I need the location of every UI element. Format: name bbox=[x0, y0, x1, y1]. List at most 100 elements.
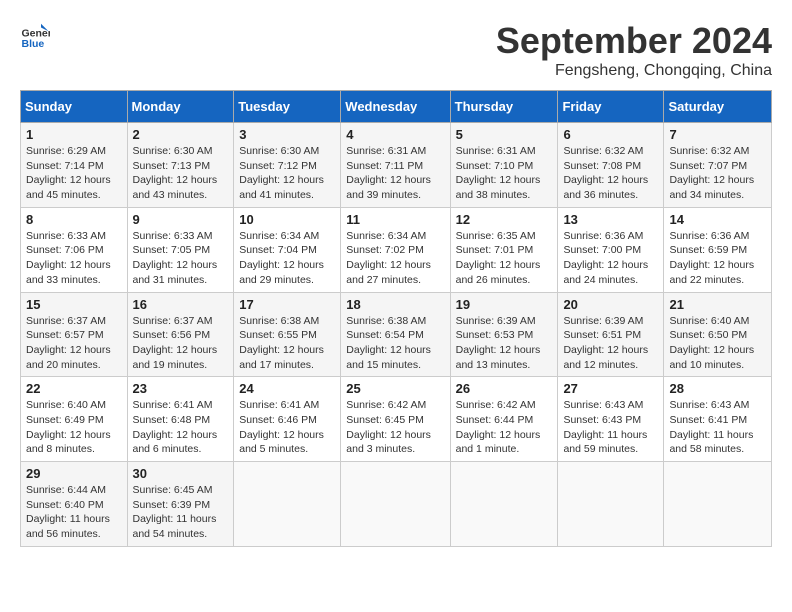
calendar-cell: 17 Sunrise: 6:38 AM Sunset: 6:55 PM Dayl… bbox=[234, 292, 341, 377]
calendar-cell: 12 Sunrise: 6:35 AM Sunset: 7:01 PM Dayl… bbox=[450, 207, 558, 292]
calendar-cell: 26 Sunrise: 6:42 AM Sunset: 6:44 PM Dayl… bbox=[450, 377, 558, 462]
day-content: Sunrise: 6:39 AM Sunset: 6:51 PM Dayligh… bbox=[563, 314, 658, 373]
day-number: 20 bbox=[563, 297, 658, 312]
calendar-cell: 3 Sunrise: 6:30 AM Sunset: 7:12 PM Dayli… bbox=[234, 123, 341, 208]
logo: General Blue bbox=[20, 20, 50, 50]
day-number: 13 bbox=[563, 212, 658, 227]
calendar-cell: 28 Sunrise: 6:43 AM Sunset: 6:41 PM Dayl… bbox=[664, 377, 772, 462]
day-number: 21 bbox=[669, 297, 766, 312]
day-number: 14 bbox=[669, 212, 766, 227]
svg-text:Blue: Blue bbox=[22, 38, 45, 50]
day-content: Sunrise: 6:38 AM Sunset: 6:54 PM Dayligh… bbox=[346, 314, 444, 373]
day-content: Sunrise: 6:32 AM Sunset: 7:08 PM Dayligh… bbox=[563, 144, 658, 203]
calendar-week-3: 15 Sunrise: 6:37 AM Sunset: 6:57 PM Dayl… bbox=[21, 292, 772, 377]
calendar-cell: 6 Sunrise: 6:32 AM Sunset: 7:08 PM Dayli… bbox=[558, 123, 664, 208]
weekday-header-tuesday: Tuesday bbox=[234, 91, 341, 123]
day-content: Sunrise: 6:36 AM Sunset: 7:00 PM Dayligh… bbox=[563, 229, 658, 288]
calendar-cell: 22 Sunrise: 6:40 AM Sunset: 6:49 PM Dayl… bbox=[21, 377, 128, 462]
day-number: 3 bbox=[239, 127, 335, 142]
calendar-cell bbox=[341, 462, 450, 547]
day-content: Sunrise: 6:40 AM Sunset: 6:50 PM Dayligh… bbox=[669, 314, 766, 373]
day-number: 11 bbox=[346, 212, 444, 227]
calendar-cell: 27 Sunrise: 6:43 AM Sunset: 6:43 PM Dayl… bbox=[558, 377, 664, 462]
day-number: 6 bbox=[563, 127, 658, 142]
day-number: 26 bbox=[456, 381, 553, 396]
day-number: 10 bbox=[239, 212, 335, 227]
day-number: 17 bbox=[239, 297, 335, 312]
header: General Blue September 2024 Fengsheng, C… bbox=[20, 20, 772, 80]
day-content: Sunrise: 6:37 AM Sunset: 6:57 PM Dayligh… bbox=[26, 314, 122, 373]
calendar-cell: 8 Sunrise: 6:33 AM Sunset: 7:06 PM Dayli… bbox=[21, 207, 128, 292]
day-content: Sunrise: 6:43 AM Sunset: 6:41 PM Dayligh… bbox=[669, 398, 766, 457]
day-number: 16 bbox=[133, 297, 229, 312]
logo-icon: General Blue bbox=[20, 20, 50, 50]
day-content: Sunrise: 6:41 AM Sunset: 6:48 PM Dayligh… bbox=[133, 398, 229, 457]
day-number: 23 bbox=[133, 381, 229, 396]
day-number: 30 bbox=[133, 466, 229, 481]
calendar-cell: 30 Sunrise: 6:45 AM Sunset: 6:39 PM Dayl… bbox=[127, 462, 234, 547]
weekday-header-wednesday: Wednesday bbox=[341, 91, 450, 123]
day-content: Sunrise: 6:44 AM Sunset: 6:40 PM Dayligh… bbox=[26, 483, 122, 542]
weekday-header-saturday: Saturday bbox=[664, 91, 772, 123]
location-title: Fengsheng, Chongqing, China bbox=[496, 62, 772, 80]
day-content: Sunrise: 6:30 AM Sunset: 7:12 PM Dayligh… bbox=[239, 144, 335, 203]
calendar-cell: 15 Sunrise: 6:37 AM Sunset: 6:57 PM Dayl… bbox=[21, 292, 128, 377]
day-content: Sunrise: 6:30 AM Sunset: 7:13 PM Dayligh… bbox=[133, 144, 229, 203]
day-number: 27 bbox=[563, 381, 658, 396]
calendar-cell: 23 Sunrise: 6:41 AM Sunset: 6:48 PM Dayl… bbox=[127, 377, 234, 462]
calendar-cell: 5 Sunrise: 6:31 AM Sunset: 7:10 PM Dayli… bbox=[450, 123, 558, 208]
day-number: 4 bbox=[346, 127, 444, 142]
calendar-cell bbox=[450, 462, 558, 547]
calendar-cell: 11 Sunrise: 6:34 AM Sunset: 7:02 PM Dayl… bbox=[341, 207, 450, 292]
calendar-week-4: 22 Sunrise: 6:40 AM Sunset: 6:49 PM Dayl… bbox=[21, 377, 772, 462]
day-content: Sunrise: 6:42 AM Sunset: 6:45 PM Dayligh… bbox=[346, 398, 444, 457]
day-content: Sunrise: 6:42 AM Sunset: 6:44 PM Dayligh… bbox=[456, 398, 553, 457]
day-number: 22 bbox=[26, 381, 122, 396]
weekday-header-monday: Monday bbox=[127, 91, 234, 123]
day-content: Sunrise: 6:32 AM Sunset: 7:07 PM Dayligh… bbox=[669, 144, 766, 203]
calendar-week-2: 8 Sunrise: 6:33 AM Sunset: 7:06 PM Dayli… bbox=[21, 207, 772, 292]
day-number: 5 bbox=[456, 127, 553, 142]
day-number: 24 bbox=[239, 381, 335, 396]
day-content: Sunrise: 6:31 AM Sunset: 7:10 PM Dayligh… bbox=[456, 144, 553, 203]
day-number: 28 bbox=[669, 381, 766, 396]
title-area: September 2024 Fengsheng, Chongqing, Chi… bbox=[496, 20, 772, 80]
day-content: Sunrise: 6:41 AM Sunset: 6:46 PM Dayligh… bbox=[239, 398, 335, 457]
day-number: 29 bbox=[26, 466, 122, 481]
calendar-cell: 18 Sunrise: 6:38 AM Sunset: 6:54 PM Dayl… bbox=[341, 292, 450, 377]
day-content: Sunrise: 6:40 AM Sunset: 6:49 PM Dayligh… bbox=[26, 398, 122, 457]
calendar-cell: 4 Sunrise: 6:31 AM Sunset: 7:11 PM Dayli… bbox=[341, 123, 450, 208]
weekday-header-friday: Friday bbox=[558, 91, 664, 123]
day-content: Sunrise: 6:33 AM Sunset: 7:06 PM Dayligh… bbox=[26, 229, 122, 288]
calendar-cell: 14 Sunrise: 6:36 AM Sunset: 6:59 PM Dayl… bbox=[664, 207, 772, 292]
calendar-cell: 20 Sunrise: 6:39 AM Sunset: 6:51 PM Dayl… bbox=[558, 292, 664, 377]
calendar-cell: 7 Sunrise: 6:32 AM Sunset: 7:07 PM Dayli… bbox=[664, 123, 772, 208]
calendar-cell: 9 Sunrise: 6:33 AM Sunset: 7:05 PM Dayli… bbox=[127, 207, 234, 292]
day-content: Sunrise: 6:34 AM Sunset: 7:04 PM Dayligh… bbox=[239, 229, 335, 288]
day-number: 15 bbox=[26, 297, 122, 312]
day-content: Sunrise: 6:35 AM Sunset: 7:01 PM Dayligh… bbox=[456, 229, 553, 288]
day-content: Sunrise: 6:39 AM Sunset: 6:53 PM Dayligh… bbox=[456, 314, 553, 373]
calendar-cell bbox=[664, 462, 772, 547]
calendar-table: SundayMondayTuesdayWednesdayThursdayFrid… bbox=[20, 90, 772, 547]
day-number: 1 bbox=[26, 127, 122, 142]
calendar-cell: 16 Sunrise: 6:37 AM Sunset: 6:56 PM Dayl… bbox=[127, 292, 234, 377]
day-number: 8 bbox=[26, 212, 122, 227]
calendar-cell: 13 Sunrise: 6:36 AM Sunset: 7:00 PM Dayl… bbox=[558, 207, 664, 292]
calendar-body: 1 Sunrise: 6:29 AM Sunset: 7:14 PM Dayli… bbox=[21, 123, 772, 547]
calendar-week-5: 29 Sunrise: 6:44 AM Sunset: 6:40 PM Dayl… bbox=[21, 462, 772, 547]
calendar-cell: 29 Sunrise: 6:44 AM Sunset: 6:40 PM Dayl… bbox=[21, 462, 128, 547]
calendar-cell: 10 Sunrise: 6:34 AM Sunset: 7:04 PM Dayl… bbox=[234, 207, 341, 292]
day-content: Sunrise: 6:31 AM Sunset: 7:11 PM Dayligh… bbox=[346, 144, 444, 203]
calendar-cell bbox=[234, 462, 341, 547]
day-number: 7 bbox=[669, 127, 766, 142]
weekday-header-sunday: Sunday bbox=[21, 91, 128, 123]
calendar-cell: 24 Sunrise: 6:41 AM Sunset: 6:46 PM Dayl… bbox=[234, 377, 341, 462]
calendar-cell: 1 Sunrise: 6:29 AM Sunset: 7:14 PM Dayli… bbox=[21, 123, 128, 208]
calendar-cell: 2 Sunrise: 6:30 AM Sunset: 7:13 PM Dayli… bbox=[127, 123, 234, 208]
calendar-cell: 25 Sunrise: 6:42 AM Sunset: 6:45 PM Dayl… bbox=[341, 377, 450, 462]
day-content: Sunrise: 6:36 AM Sunset: 6:59 PM Dayligh… bbox=[669, 229, 766, 288]
day-number: 2 bbox=[133, 127, 229, 142]
calendar-week-1: 1 Sunrise: 6:29 AM Sunset: 7:14 PM Dayli… bbox=[21, 123, 772, 208]
day-content: Sunrise: 6:43 AM Sunset: 6:43 PM Dayligh… bbox=[563, 398, 658, 457]
